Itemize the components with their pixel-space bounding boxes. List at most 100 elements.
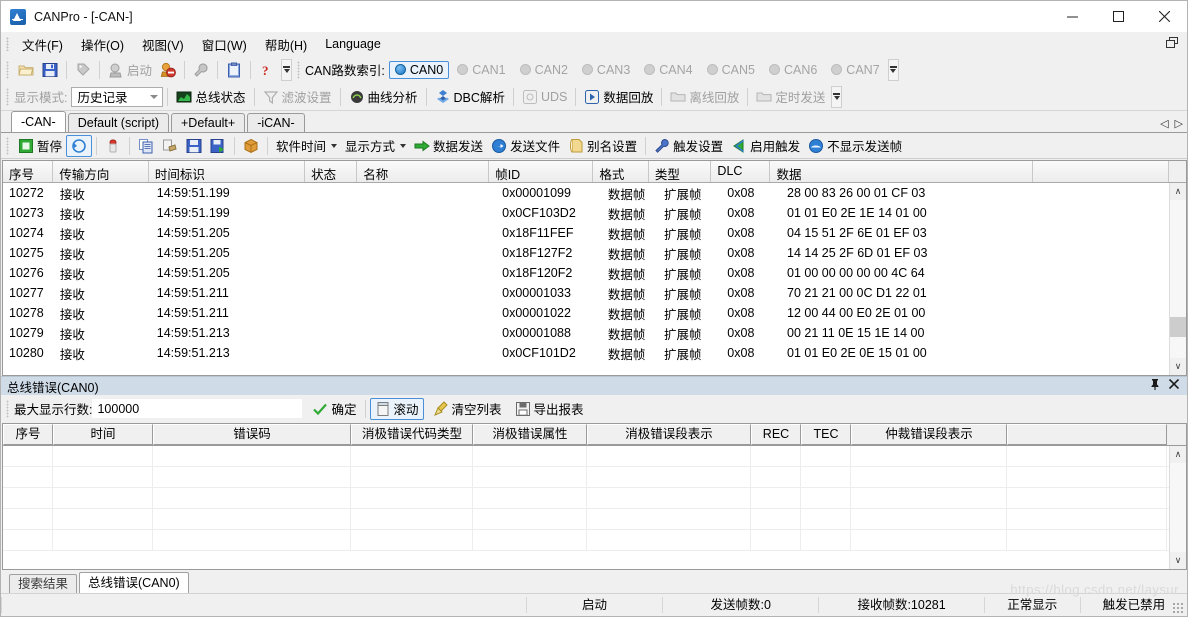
clipboard-button[interactable] [222,59,246,81]
maximize-button[interactable] [1095,1,1141,32]
frame-col-header-10[interactable] [1032,161,1169,182]
doc-tab-can[interactable]: -CAN- [11,111,66,132]
refresh-button[interactable] [66,134,93,157]
trigger-settings-button[interactable]: 触发设置 [650,135,727,157]
paste-button[interactable] [158,135,182,157]
hide-tx-frames-button[interactable]: 不显示发送帧 [804,135,906,157]
error-table-row[interactable] [3,509,1186,530]
table-row[interactable]: 10272 接收 14:59:51.199 0x00001099 数据帧 扩展帧 0x08 2… [3,183,1186,203]
scroll-down-button[interactable]: ∨ [1169,552,1186,569]
menu-view[interactable]: 视图(V) [133,32,193,57]
package-button[interactable] [239,135,263,157]
doc-tab-default-script[interactable]: Default (script) [67,113,169,132]
scroll-track[interactable] [1169,463,1186,552]
frame-col-header-9[interactable]: 数据 [770,161,1033,182]
menu-help[interactable]: 帮助(H) [256,32,316,57]
tag-button[interactable] [71,59,95,81]
can-channel-4[interactable]: CAN4 [638,61,698,79]
save-button[interactable] [38,59,62,81]
table-row[interactable]: 10279 接收 14:59:51.213 0x00001088 数据帧 扩展帧 0x08 0… [3,323,1186,343]
can-channel-5[interactable]: CAN5 [701,61,761,79]
restore-window-icon[interactable] [1166,37,1179,49]
error-table-row[interactable] [3,446,1186,467]
toolbar-grip-2[interactable] [297,60,301,79]
table-row[interactable]: 10274 接收 14:59:51.205 0x18F11FEF 数据帧 扩展帧 0x08 0… [3,223,1186,243]
scroll-track[interactable] [1169,200,1186,358]
error-col-header-9[interactable] [1007,424,1167,445]
bus-error-scrollbar[interactable]: ∧ ∨ [1169,446,1186,569]
resize-grip[interactable] [1172,602,1184,614]
enable-trigger-button[interactable]: 启用触发 [727,135,804,157]
frame-col-header-7[interactable]: 类型 [648,161,712,182]
menu-operation[interactable]: 操作(O) [72,32,133,57]
frame-col-header-6[interactable]: 格式 [593,161,649,182]
save-export-button[interactable] [206,135,230,157]
frame-col-header-0[interactable]: 序号 [3,161,54,182]
pin-icon[interactable] [1150,379,1160,393]
doc-tab-plus-default[interactable]: +Default+ [171,113,246,132]
scroll-down-button[interactable]: ∨ [1169,358,1186,375]
table-row[interactable]: 10276 接收 14:59:51.205 0x18F120F2 数据帧 扩展帧 0x08 0… [3,263,1186,283]
help-button[interactable]: ? [255,59,279,81]
tab-prev-icon[interactable]: ◁ [1160,117,1168,130]
clear-button[interactable] [101,135,125,157]
error-col-header-4[interactable]: 消极错误属性 [473,424,587,445]
frame-col-header-3[interactable]: 状态 [305,161,358,182]
start-button[interactable]: 启动 [104,59,156,81]
curve-analysis-button[interactable]: 曲线分析 [345,86,422,108]
close-button[interactable] [1141,1,1187,32]
menu-file[interactable]: 文件(F) [13,32,72,57]
filter-settings-button[interactable]: 滤波设置 [259,86,336,108]
frame-col-header-1[interactable]: 传输方向 [53,161,149,182]
can-channel-7[interactable]: CAN7 [825,61,885,79]
toolbar-overflow-button[interactable] [281,58,293,81]
doc-tab-ican[interactable]: -iCAN- [247,113,305,132]
error-col-header-3[interactable]: 消极错误代码类型 [351,424,473,445]
toolbar-grip-1[interactable] [6,60,9,79]
menu-window[interactable]: 窗口(W) [193,32,256,57]
menu-drag-grip[interactable] [6,37,9,51]
frame-toolbar-grip[interactable] [6,136,9,155]
stop-button[interactable] [156,59,180,81]
alias-settings-button[interactable]: 别名设置 [564,135,641,157]
table-row[interactable]: 10280 接收 14:59:51.213 0x0CF101D2 数据帧 扩展帧 0x08 0… [3,343,1186,363]
can-channel-2[interactable]: CAN2 [514,61,574,79]
table-row[interactable]: 10273 接收 14:59:51.199 0x0CF103D2 数据帧 扩展帧 0x08 0… [3,203,1186,223]
tab-next-icon[interactable]: ▷ [1175,117,1183,130]
secondary-toolbar-overflow-button[interactable] [831,85,843,108]
table-row[interactable]: 10277 接收 14:59:51.211 0x00001033 数据帧 扩展帧 0x08 7… [3,283,1186,303]
bus-status-button[interactable]: 总线状态 [172,86,249,108]
software-time-dropdown[interactable]: 软件时间 [272,135,341,157]
bottom-tab-bus-error[interactable]: 总线错误(CAN0) [79,572,189,593]
timed-send-button[interactable]: 定时发送 [752,86,829,108]
scroll-toggle-button[interactable]: 滚动 [369,397,424,420]
frame-col-header-5[interactable]: 帧ID [489,161,594,182]
frame-col-header-2[interactable]: 时间标识 [148,161,306,182]
frame-col-header-4[interactable]: 名称 [357,161,490,182]
pause-button[interactable]: 暂停 [14,135,66,157]
can-channel-6[interactable]: CAN6 [763,61,823,79]
error-col-header-1[interactable]: 时间 [53,424,153,445]
error-col-header-0[interactable]: 序号 [3,424,53,445]
scroll-up-button[interactable]: ∧ [1169,183,1186,200]
error-toolbar-grip[interactable] [6,399,9,418]
uds-button[interactable]: UDS [518,86,571,108]
send-data-button[interactable]: 数据发送 [410,135,487,157]
error-col-header-5[interactable]: 消极错误段表示 [587,424,751,445]
config-button[interactable] [189,59,213,81]
error-table-row[interactable] [3,467,1186,488]
scroll-thumb[interactable] [1169,316,1186,338]
copy-button[interactable] [134,135,158,157]
can-channel-1[interactable]: CAN1 [451,61,511,79]
export-report-button[interactable]: 导出报表 [511,398,588,420]
table-row[interactable]: 10278 接收 14:59:51.211 0x00001022 数据帧 扩展帧 0x08 1… [3,303,1186,323]
send-file-button[interactable]: 发送文件 [487,135,564,157]
menu-language[interactable]: Language [316,34,390,54]
save-frames-button[interactable] [182,135,206,157]
error-col-header-2[interactable]: 错误码 [153,424,351,445]
error-table-row[interactable] [3,488,1186,509]
can-channel-0[interactable]: CAN0 [388,60,450,79]
scroll-up-button[interactable]: ∧ [1169,446,1186,463]
max-rows-input[interactable]: 100000 [92,399,303,418]
toolbar-grip-3[interactable] [6,87,9,106]
